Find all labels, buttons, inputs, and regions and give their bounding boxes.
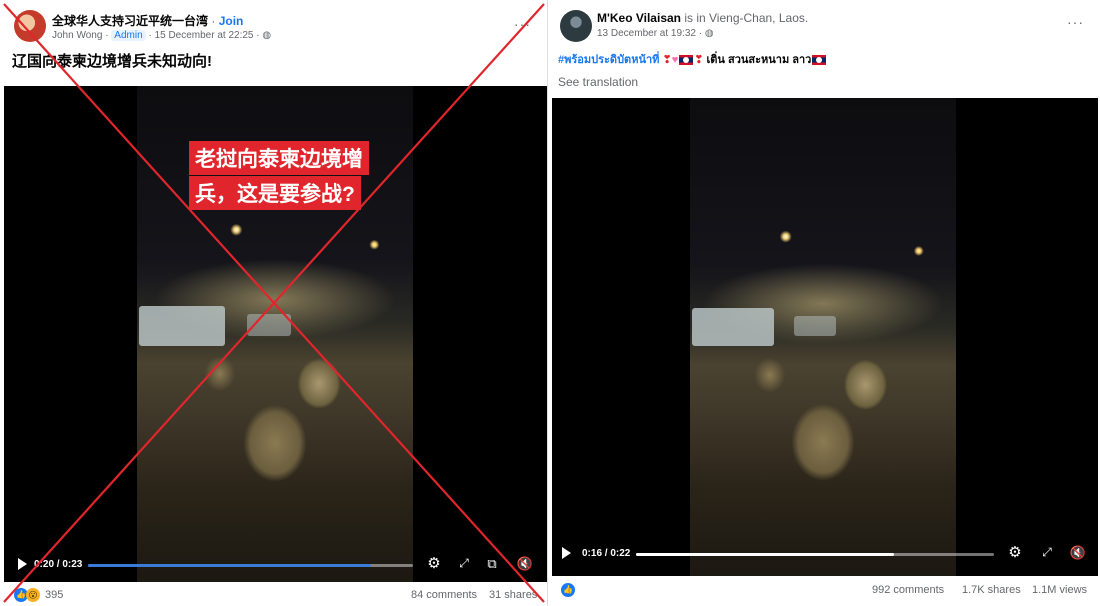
comment-count[interactable]: 84 comments [411, 589, 477, 601]
more-dots-icon[interactable]: ··· [1067, 14, 1084, 30]
comparison-screenshot: 全球华人支持习近平统一台湾 · Join John Wong · Admin ·… [0, 0, 1100, 606]
video-player[interactable]: 0:16 / 0:22 ⚙ ⤢ 🔇 [552, 98, 1098, 576]
see-translation-link[interactable]: See translation [558, 75, 638, 89]
group-name-line: 全球华人支持习近平统一台湾 · Join [52, 14, 244, 28]
admin-badge: Admin [111, 30, 146, 41]
post-meta: John Wong · Admin · 15 December at 22:25… [52, 30, 272, 41]
bus-shape [794, 316, 836, 336]
pink-heart-emoji: ♥ [671, 54, 679, 66]
gear-icon[interactable]: ⚙ [425, 556, 443, 571]
post-caption: #พร้อมประดิบัตหน้าที่ ❣♥ ❣ เติ่น สวนสะหนา… [558, 50, 827, 68]
more-dots-icon[interactable]: ··· [514, 16, 531, 32]
caption-hashtag[interactable]: #พร้อมประดิบัตหน้าที่ [558, 54, 659, 66]
overlay-text-line2: 兵，这是要参战? [189, 176, 361, 210]
bus-shape [692, 308, 774, 346]
progress-track[interactable] [636, 553, 994, 556]
post-caption: 辽国向泰柬边境增兵未知动向! [12, 53, 212, 70]
wow-reaction-icon[interactable]: 😮 [26, 588, 40, 602]
post-footer: 👍 😮 395 84 comments 31 shares [0, 586, 547, 606]
video-time: 0:20 / 0:23 [34, 559, 83, 570]
play-icon[interactable] [562, 547, 571, 559]
heart-emoji: ❣ [662, 54, 672, 66]
post-timestamp[interactable]: 13 December at 19:32 [597, 28, 696, 39]
group-avatar[interactable] [14, 10, 46, 42]
expand-icon[interactable]: ⤢ [1038, 545, 1056, 560]
bus-shape [139, 306, 225, 346]
group-name[interactable]: 全球华人支持习近平统一台湾 [52, 14, 208, 28]
user-avatar[interactable] [560, 10, 592, 42]
mute-icon[interactable]: 🔇 [516, 556, 534, 571]
comment-count[interactable]: 992 comments [872, 584, 944, 596]
view-count[interactable]: 1.1M views [1032, 584, 1087, 596]
laos-flag-icon [812, 55, 827, 66]
video-controls: 0:20 / 0:23 ⚙ ⤢ ⧉ 🔇 [4, 546, 547, 582]
video-frame [690, 98, 956, 576]
post-footer: 👍 992 comments 1.7K shares 1.1M views [552, 580, 1100, 602]
picture-in-picture-icon[interactable]: ⧉ [483, 556, 501, 571]
right-post: M'Keo Vilaisan is in Vieng-Chan, Laos. 1… [552, 0, 1100, 606]
bus-shape [247, 314, 291, 336]
overlay-text-line1: 老挝向泰柬边境增 [189, 141, 369, 175]
globe-icon: ◍ [704, 28, 714, 39]
caption-text: เติ่น สวนสะหนาม ลาว [706, 54, 812, 66]
laos-flag-icon [679, 55, 694, 66]
join-link[interactable]: Join [219, 14, 244, 28]
video-player[interactable]: 老挝向泰柬边境增 兵，这是要参战? 0:20 / 0:23 ⚙ ⤢ ⧉ 🔇 [4, 86, 547, 582]
like-reaction-icon[interactable]: 👍 [561, 583, 575, 597]
play-icon[interactable] [18, 558, 27, 570]
video-controls: 0:16 / 0:22 ⚙ ⤢ 🔇 [552, 535, 1098, 571]
globe-icon: ◍ [262, 30, 272, 41]
reaction-count[interactable]: 395 [45, 589, 63, 601]
heart-emoji: ❣ [694, 54, 704, 66]
gear-icon[interactable]: ⚙ [1006, 545, 1024, 560]
post-timestamp[interactable]: 15 December at 22:25 [155, 30, 254, 41]
author-name[interactable]: M'Keo Vilaisan [597, 11, 681, 25]
share-count[interactable]: 1.7K shares [962, 584, 1021, 596]
progress-track[interactable] [88, 564, 413, 567]
post-header: M'Keo Vilaisan is in Vieng-Chan, Laos. 1… [552, 0, 1100, 48]
expand-icon[interactable]: ⤢ [455, 556, 473, 571]
progress-fill [636, 553, 894, 556]
location-text[interactable]: is in Vieng-Chan, Laos. [684, 11, 808, 25]
author-name[interactable]: John Wong [52, 30, 102, 41]
share-count[interactable]: 31 shares [489, 589, 537, 601]
mute-icon[interactable]: 🔇 [1069, 545, 1087, 560]
video-time: 0:16 / 0:22 [582, 548, 631, 559]
left-post: 全球华人支持习近平统一台湾 · Join John Wong · Admin ·… [0, 0, 548, 606]
post-header: 全球华人支持习近平统一台湾 · Join John Wong · Admin ·… [0, 0, 547, 48]
author-line: M'Keo Vilaisan is in Vieng-Chan, Laos. [597, 11, 808, 25]
post-meta: 13 December at 19:32 · ◍ [597, 28, 714, 39]
progress-fill [88, 564, 371, 567]
